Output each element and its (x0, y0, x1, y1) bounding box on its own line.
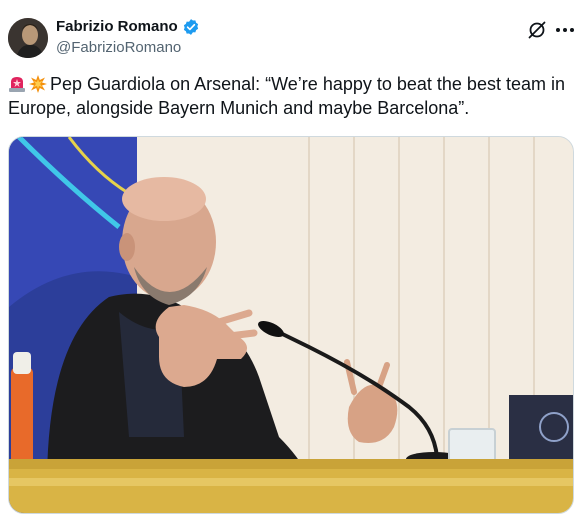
tweet-photo[interactable] (8, 136, 574, 514)
avatar[interactable] (8, 18, 48, 58)
tweet: Fabrizio Romano @FabrizioRomano Pep Guar… (0, 0, 584, 520)
rotating-light-emoji (8, 75, 26, 93)
author-display-name[interactable]: Fabrizio Romano (56, 17, 178, 37)
collision-emoji (29, 75, 47, 93)
author-name-row: Fabrizio Romano (56, 17, 200, 37)
author-handle[interactable]: @FabrizioRomano (56, 38, 181, 58)
photo-illustration (9, 137, 573, 513)
verified-badge-icon[interactable] (182, 18, 200, 36)
tweet-text-block: Pep Guardiola on Arsenal: “We’re happy t… (8, 72, 574, 120)
tweet-text: Pep Guardiola on Arsenal: “We’re happy t… (8, 74, 565, 118)
grok-icon[interactable] (527, 20, 547, 40)
more-icon[interactable] (552, 20, 576, 40)
